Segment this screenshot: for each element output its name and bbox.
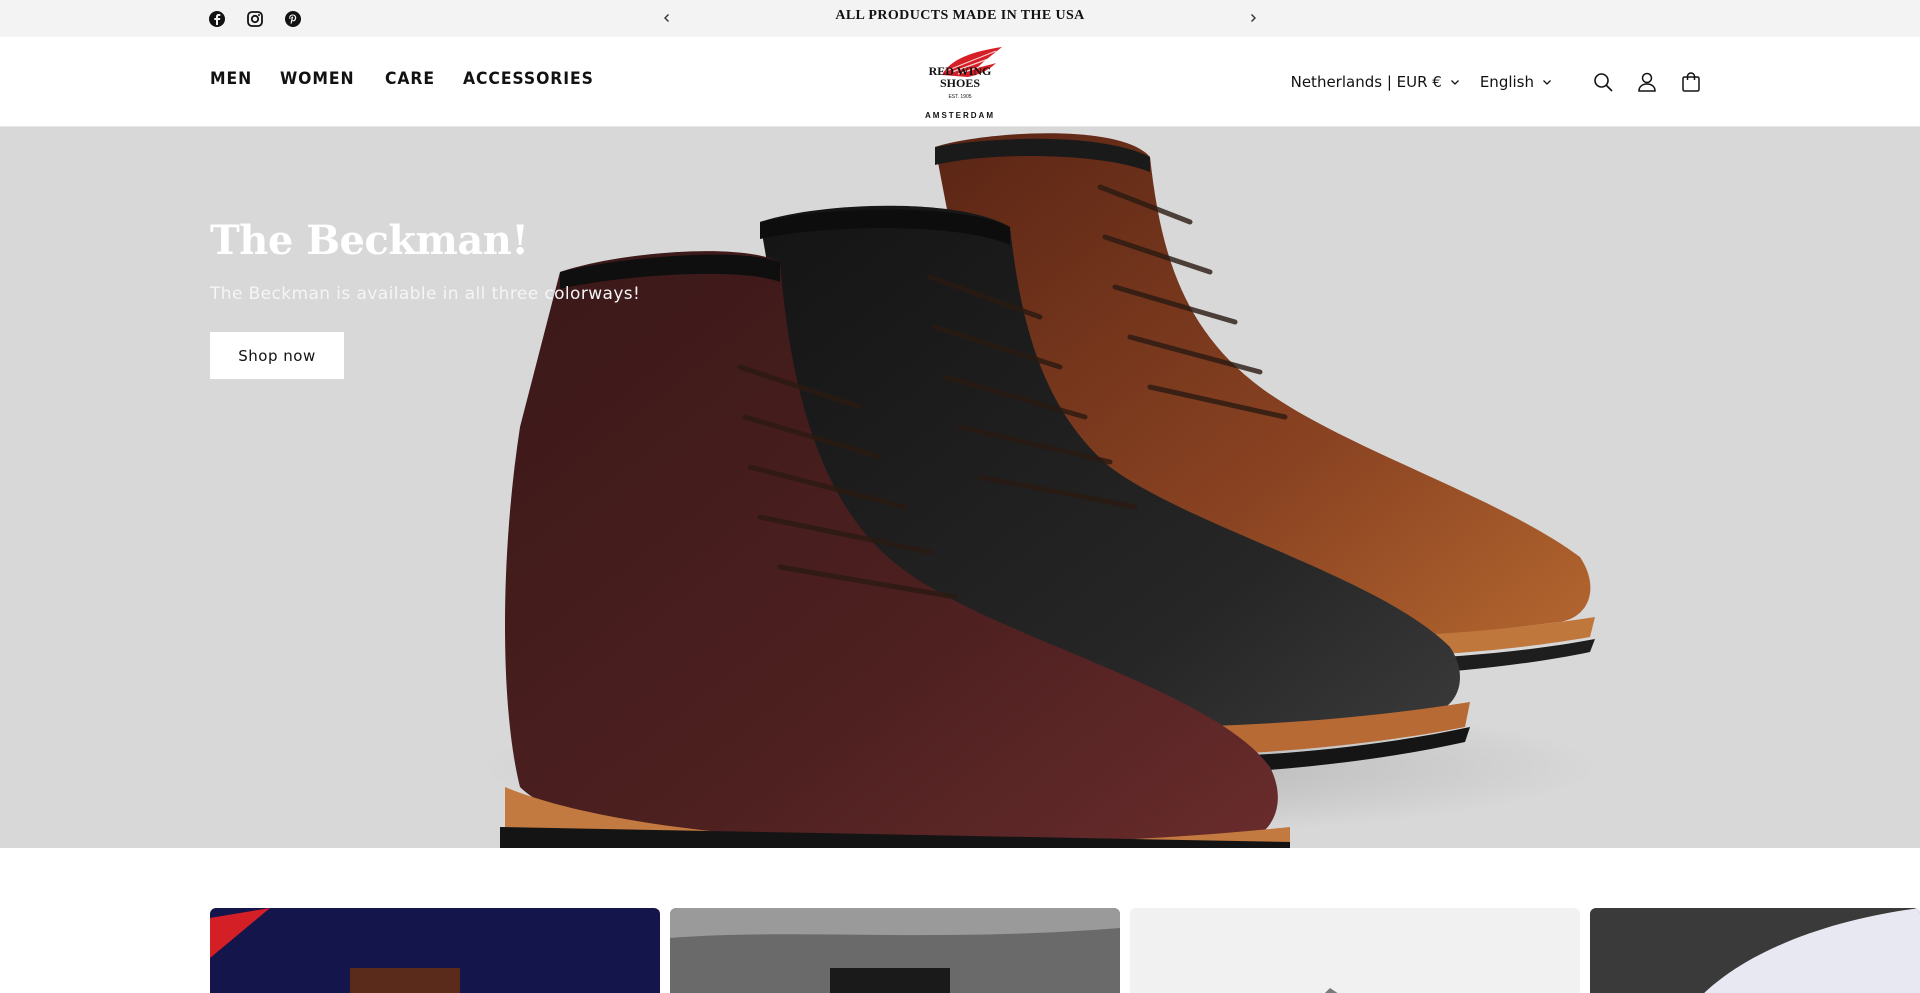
red-wing-logo-icon: RED WING SHOES EST. 1905 [929,47,1002,100]
hero-banner: The Beckman! The Beckman is available in… [0,127,1920,848]
collection-card[interactable] [670,908,1120,993]
collection-grid [210,908,1920,993]
collection-card[interactable] [210,908,660,993]
account-button[interactable] [1634,69,1660,95]
account-icon [1638,72,1656,92]
hero-subtitle: The Beckman is available in all three co… [210,284,641,304]
cart-button[interactable] [1678,69,1704,95]
nav-item-women[interactable]: WOMEN [280,69,354,89]
site-header: MEN WOMEN CARE ACCESSORIES RED WING SHOE… [0,37,1920,127]
logo-location: AMSTERDAM [925,111,995,120]
logo-est: EST. 1905 [948,94,971,100]
header-utilities: Netherlands | EUR € English [1291,69,1704,95]
announcement-prev-button[interactable] [657,8,677,28]
country-selector[interactable]: Netherlands | EUR € [1291,73,1460,91]
hero-title: The Beckman! [210,217,529,264]
collection-card[interactable] [1590,908,1920,993]
announcement-next-button[interactable] [1243,8,1263,28]
shop-now-button[interactable]: Shop now [210,332,344,379]
search-button[interactable] [1590,69,1616,95]
collection-card[interactable] [1130,908,1580,993]
collection-image [210,908,460,993]
nav-item-care[interactable]: CARE [385,69,435,89]
collection-image [1590,908,1920,993]
country-label: Netherlands | EUR € [1290,73,1442,91]
chevron-left-icon [664,14,669,22]
main-nav: MEN WOMEN CARE ACCESSORIES [210,69,605,89]
announcement-text: ALL PRODUCTS MADE IN THE USA [835,8,1085,23]
announcement-bar: ALL PRODUCTS MADE IN THE USA [0,0,1920,37]
brand-logo[interactable]: RED WING SHOES EST. 1905 [912,45,1008,121]
instagram-icon[interactable] [246,10,264,28]
chevron-down-icon [1543,80,1551,85]
search-icon [1594,73,1613,92]
chevron-down-icon [1450,80,1459,85]
nav-item-men[interactable]: MEN [210,69,252,89]
social-links [208,10,302,28]
collection-image [670,908,1120,993]
logo-line2: SHOES [940,76,980,90]
facebook-icon[interactable] [208,10,226,28]
nav-item-accessories[interactable]: ACCESSORIES [463,69,594,89]
pinterest-icon[interactable] [284,10,302,28]
language-label: English [1479,73,1534,91]
collection-image [1325,988,1338,993]
cart-icon [1682,72,1700,92]
chevron-right-icon [1251,14,1256,22]
language-selector[interactable]: English [1480,73,1552,91]
